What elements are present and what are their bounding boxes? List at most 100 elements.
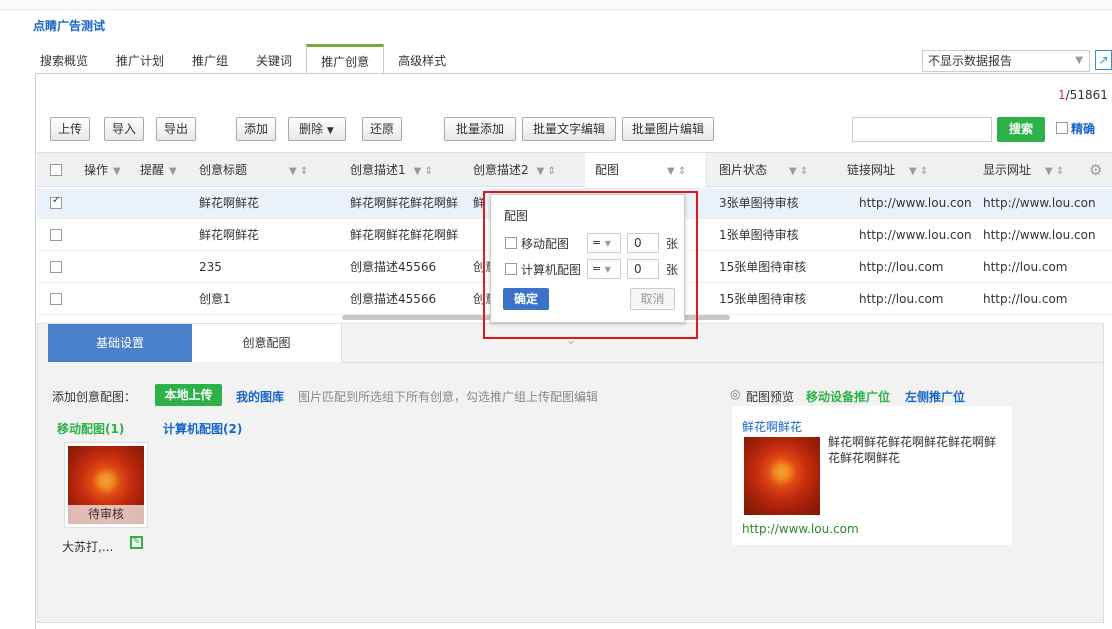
delete-dropdown-button[interactable]: 删除 ▼ (288, 117, 346, 141)
tab-adgroup[interactable]: 推广组 (178, 44, 242, 74)
cell-link-url: http://www.lou.con (859, 228, 972, 242)
cell-display-url: http://www.lou.con (983, 196, 1096, 210)
col-image[interactable]: 配图 ▼ ⇕ (585, 153, 705, 188)
preview-mobile-link[interactable]: 移动设备推广位 (806, 388, 890, 405)
tab-underline (342, 362, 1104, 363)
row-checkbox[interactable] (50, 229, 62, 241)
edit-icon[interactable]: ✎ (130, 536, 143, 549)
cell-desc1: 鲜花啊鲜花鲜花啊鲜 (350, 196, 459, 210)
col-image-label: 配图 (595, 163, 620, 177)
cell-title: 235 (199, 260, 222, 274)
tab-creative-image[interactable]: 创意配图 (192, 324, 342, 362)
filter-sort-icon[interactable]: ▼ ⇕ (537, 166, 556, 177)
cell-title: 鲜花啊鲜花 (199, 196, 260, 210)
tab-creative[interactable]: 推广创意 (306, 44, 385, 74)
col-img-status[interactable]: 图片状态 ▼ ⇕ (719, 153, 808, 188)
import-button[interactable]: 导入 (104, 117, 144, 141)
col-link-url-label: 链接网址 (847, 163, 896, 177)
col-desc1[interactable]: 创意描述1 ▼ ⇕ (350, 153, 433, 188)
thumb-name: 大苏打,... (62, 540, 114, 554)
table-header: 操作 ▼ 提醒 ▼ 创意标题 ▼ ⇕ 创意描述1 ▼ ⇕ 创意描述2 ▼ ⇕ 配图 ▼ ⇕ … (37, 152, 1112, 188)
cell-img-status: 3张单图待审核 (719, 196, 799, 210)
pager: 1/51861 (1058, 88, 1108, 102)
local-upload-button[interactable]: 本地上传 (155, 384, 222, 406)
select-all-checkbox[interactable] (50, 164, 62, 176)
tab-basic-settings[interactable]: 基础设置 (48, 324, 192, 362)
preview-card: 鲜花啊鲜花 鲜花啊鲜花鲜花啊鲜花鲜花啊鲜花鲜花啊鲜花 http://www.lo… (732, 406, 1012, 545)
cell-img-status: 1张单图待审核 (719, 228, 799, 242)
tab-advanced-style[interactable]: 高级样式 (384, 44, 460, 74)
col-link-url[interactable]: 链接网址 ▼ ⇕ (847, 153, 928, 188)
batch-add-button[interactable]: 批量添加 (444, 117, 516, 141)
filter-sort-icon[interactable]: ▼ ⇕ (789, 166, 808, 177)
chevron-down-icon: ▼ (1075, 55, 1083, 66)
filter-sort-icon[interactable]: ▼ ⇕ (1045, 166, 1064, 177)
filter-icon[interactable]: ▼ (169, 166, 177, 177)
cell-display-url: http://lou.com (983, 292, 1068, 306)
search-input[interactable] (852, 117, 992, 142)
preview-desc: 鲜花啊鲜花鲜花啊鲜花鲜花啊鲜花鲜花啊鲜花 (828, 435, 997, 465)
app-title: 点睛广告测试 (33, 19, 106, 33)
tab-keyword[interactable]: 关键词 (242, 44, 306, 74)
row-checkbox[interactable] (50, 261, 62, 273)
col-title-label: 创意标题 (199, 163, 248, 177)
col-op[interactable]: 操作 ▼ (84, 153, 121, 188)
export-button[interactable]: 导出 (156, 117, 196, 141)
add-button[interactable]: 添加 (236, 117, 276, 141)
cell-img-status: 15张单图待审核 (719, 260, 807, 274)
row-checkbox[interactable] (50, 293, 62, 305)
caret-down-icon: ▼ (326, 126, 334, 136)
upload-button[interactable]: 上传 (50, 117, 90, 141)
preview-url: http://www.lou.com (742, 522, 859, 536)
cell-title: 创意1 (199, 292, 231, 306)
export-icon[interactable]: ↗ (1095, 50, 1112, 70)
cell-desc1: 鲜花啊鲜花鲜花啊鲜 (350, 228, 459, 242)
image-thumbnail[interactable]: 待审核 (64, 442, 148, 528)
mobile-image-tab[interactable]: 移动配图(1) (57, 420, 124, 437)
pager-current: 1 (1058, 88, 1066, 102)
cell-img-status: 15张单图待审核 (719, 292, 807, 306)
cell-link-url: http://lou.com (859, 260, 944, 274)
cell-title: 鲜花啊鲜花 (199, 228, 260, 242)
report-select[interactable]: 不显示数据报告 ▼ (922, 50, 1090, 72)
filter-sort-icon[interactable]: ▼ ⇕ (289, 166, 308, 177)
col-display-url-label: 显示网址 (983, 163, 1032, 177)
col-remind-label: 提醒 (140, 163, 165, 177)
cell-link-url: http://www.lou.con (859, 196, 972, 210)
upload-hint: 图片匹配到所选组下所有创意，勾选推广组上传配图编辑 (298, 390, 599, 404)
col-img-status-label: 图片状态 (719, 163, 768, 177)
restore-button[interactable]: 还原 (362, 117, 402, 141)
add-image-label: 添加创意配图： (52, 390, 137, 404)
search-button[interactable]: 搜索 (997, 117, 1045, 142)
col-remind[interactable]: 提醒 ▼ (140, 153, 177, 188)
tab-campaign[interactable]: 推广计划 (102, 44, 178, 74)
col-title[interactable]: 创意标题 ▼ ⇕ (199, 153, 308, 188)
col-display-url[interactable]: 显示网址 ▼ ⇕ (983, 153, 1064, 188)
eye-icon: ◎ (730, 387, 741, 401)
pending-badge: 待审核 (68, 505, 144, 524)
exact-checkbox[interactable] (1056, 122, 1068, 134)
main-tabs: 搜索概览 推广计划 推广组 关键词 推广创意 高级样式 (26, 44, 460, 74)
col-op-label: 操作 (84, 163, 109, 177)
report-select-value: 不显示数据报告 (928, 54, 1013, 68)
cell-display-url: http://www.lou.con (983, 228, 1096, 242)
preview-title: 鲜花啊鲜花 (742, 420, 803, 434)
filter-icon[interactable]: ▼ (113, 166, 121, 177)
col-desc2[interactable]: 创意描述2 ▼ ⇕ (473, 153, 556, 188)
tab-search-overview[interactable]: 搜索概览 (26, 44, 102, 74)
filter-sort-icon[interactable]: ▼ ⇕ (909, 166, 928, 177)
delete-label: 删除 (299, 122, 324, 136)
filter-sort-icon[interactable]: ▼ ⇕ (667, 166, 686, 177)
my-gallery-link[interactable]: 我的图库 (236, 388, 284, 405)
col-desc1-label: 创意描述1 (350, 163, 406, 177)
batch-text-edit-button[interactable]: 批量文字编辑 (522, 117, 616, 141)
batch-image-edit-button[interactable]: 批量图片编辑 (622, 117, 714, 141)
preview-left-link[interactable]: 左侧推广位 (905, 388, 965, 405)
cell-display-url: http://lou.com (983, 260, 1068, 274)
col-desc2-label: 创意描述2 (473, 163, 529, 177)
cell-desc1: 创意描述45566 (350, 260, 437, 274)
pc-image-tab[interactable]: 计算机配图(2) (163, 420, 242, 437)
row-checkbox[interactable] (50, 195, 62, 209)
filter-sort-icon[interactable]: ▼ ⇕ (414, 166, 433, 177)
gear-icon[interactable]: ⚙ (1089, 153, 1102, 188)
